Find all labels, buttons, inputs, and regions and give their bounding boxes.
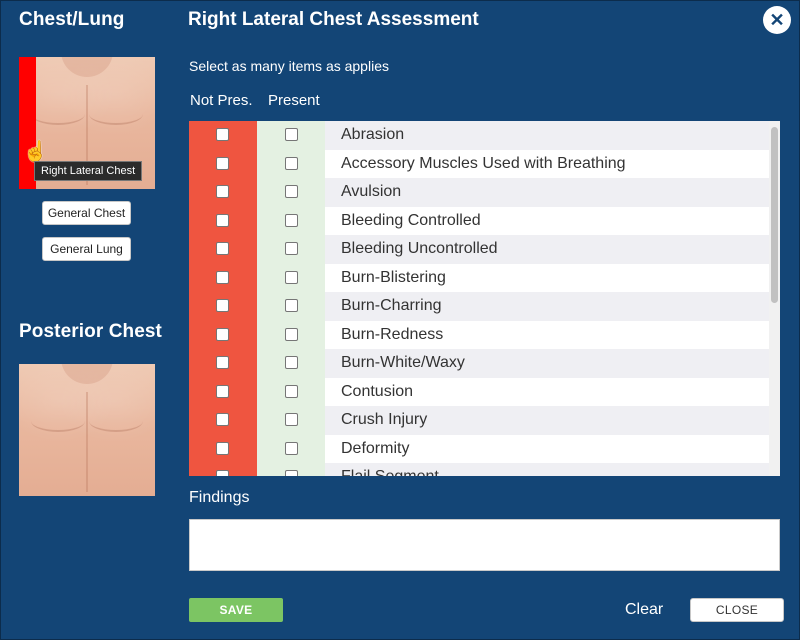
save-button[interactable]: SAVE xyxy=(189,598,283,622)
present-checkbox[interactable] xyxy=(285,213,298,227)
not-present-checkbox[interactable] xyxy=(216,213,229,227)
present-checkbox[interactable] xyxy=(285,356,298,369)
not-present-checkbox[interactable] xyxy=(216,128,229,141)
item-label: Crush Injury xyxy=(325,406,769,435)
present-checkbox[interactable] xyxy=(285,128,298,141)
item-label: Deformity xyxy=(341,439,410,457)
list-item: Accessory Muscles Used with Breathing xyxy=(189,150,769,179)
present-checkbox[interactable] xyxy=(285,413,298,426)
present-checkbox[interactable] xyxy=(285,470,298,476)
list-scrollbar[interactable] xyxy=(769,121,780,476)
list-item: Bleeding Controlled xyxy=(189,207,769,236)
region-tooltip: Right Lateral Chest xyxy=(34,161,143,181)
general-lung-button[interactable]: General Lung xyxy=(42,237,131,261)
instruction-text: Select as many items as applies xyxy=(189,58,389,74)
not-present-checkbox[interactable] xyxy=(216,413,229,426)
item-label: Flail Segment xyxy=(325,463,769,476)
present-checkbox[interactable] xyxy=(285,384,298,398)
item-label: Burn-White/Waxy xyxy=(325,349,769,378)
close-button[interactable]: CLOSE xyxy=(690,598,784,622)
assessment-item-list[interactable]: Abrasion Accessory Muscles Used with Brea… xyxy=(189,121,780,476)
clear-link[interactable]: Clear xyxy=(625,601,663,619)
chest-lung-title: Chest/Lung xyxy=(19,9,125,30)
not-present-checkbox[interactable] xyxy=(216,327,229,341)
present-checkbox[interactable] xyxy=(285,270,298,284)
list-item: Deformity xyxy=(189,435,769,464)
not-present-checkbox[interactable] xyxy=(216,299,229,312)
item-label: Avulsion xyxy=(325,178,769,207)
list-item: Burn-Charring xyxy=(189,292,769,321)
not-present-checkbox[interactable] xyxy=(216,384,229,398)
not-present-column-header: Not Pres. xyxy=(190,92,253,109)
present-checkbox[interactable] xyxy=(285,327,298,341)
present-column-header: Present xyxy=(268,92,320,109)
findings-input[interactable] xyxy=(189,519,780,571)
list-item: Avulsion xyxy=(189,178,769,207)
present-checkbox[interactable] xyxy=(285,299,298,312)
general-chest-button[interactable]: General Chest xyxy=(42,201,131,225)
item-label: Accessory Muscles Used with Breathing xyxy=(341,154,626,172)
scrollbar-thumb[interactable] xyxy=(771,127,778,303)
list-item: Bleeding Uncontrolled xyxy=(189,235,769,264)
not-present-checkbox[interactable] xyxy=(216,356,229,369)
not-present-checkbox[interactable] xyxy=(216,470,229,476)
chest-assessment-dialog: Chest/Lung ☝ Right Lateral Chest General… xyxy=(0,0,800,640)
dialog-title: Right Lateral Chest Assessment xyxy=(188,9,479,30)
present-checkbox[interactable] xyxy=(285,242,298,255)
item-label: Bleeding Controlled xyxy=(341,211,481,229)
list-item: Crush Injury xyxy=(189,406,769,435)
present-checkbox[interactable] xyxy=(285,156,298,170)
item-label: Contusion xyxy=(341,382,414,400)
item-label: Burn-Redness xyxy=(341,325,444,343)
list-item: Flail Segment xyxy=(189,463,769,476)
not-present-checkbox[interactable] xyxy=(216,270,229,284)
close-icon[interactable]: ✕ xyxy=(763,6,791,34)
item-label: Burn-Blistering xyxy=(341,268,446,286)
item-label: Abrasion xyxy=(325,121,769,150)
item-label: Burn-Charring xyxy=(325,292,769,321)
posterior-chest-image[interactable] xyxy=(19,364,155,496)
not-present-checkbox[interactable] xyxy=(216,185,229,198)
findings-label: Findings xyxy=(189,489,250,506)
list-item: Abrasion xyxy=(189,121,769,150)
list-item: Burn-Redness xyxy=(189,321,769,350)
list-item: Contusion xyxy=(189,378,769,407)
not-present-checkbox[interactable] xyxy=(216,242,229,255)
posterior-chest-title: Posterior Chest xyxy=(19,321,162,342)
present-checkbox[interactable] xyxy=(285,185,298,198)
present-checkbox[interactable] xyxy=(285,441,298,455)
not-present-checkbox[interactable] xyxy=(216,156,229,170)
list-item: Burn-White/Waxy xyxy=(189,349,769,378)
not-present-checkbox[interactable] xyxy=(216,441,229,455)
list-item: Burn-Blistering xyxy=(189,264,769,293)
item-label: Bleeding Uncontrolled xyxy=(325,235,769,264)
